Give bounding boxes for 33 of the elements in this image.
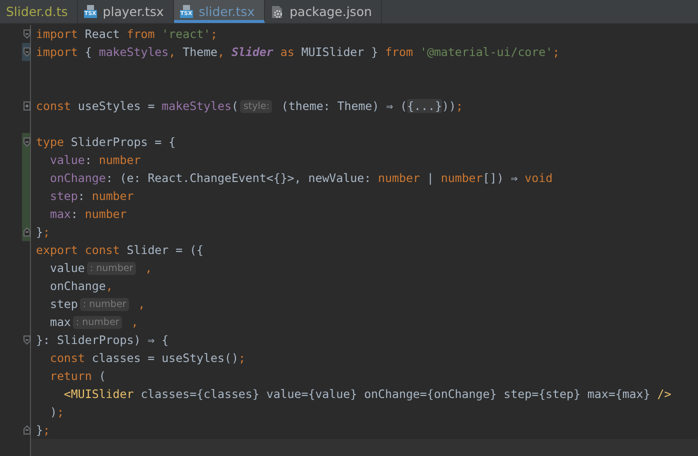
code-text: const useStyles = makeStyles( [36,99,238,113]
code-text: import React from 'react'; [36,27,218,41]
editor-tab[interactable]: package.json [264,0,382,23]
code-text: }: SliderProps) ⇒ { [36,333,169,347]
file-gear-icon [270,4,284,18]
code-text: export const Slider = ({ [36,243,204,257]
code-text: onChange: (e: React.ChangeEvent<{}>, newValue: number | number[]) ⇒ void [48,171,553,185]
code-text: )); [442,99,463,113]
code-text: step [48,297,78,311]
inlay-hint: : number [72,316,122,328]
code-text: step: number [48,189,134,203]
editor-tab[interactable]: Slider.d.ts [0,0,78,23]
code-text: <MUISlider classes={classes} value={value} onChange={onChange} step={step} max={max} /> [62,387,672,401]
code-text: , [130,315,138,329]
code-text: return ( [48,369,106,383]
code-text: value: number [48,153,141,167]
code-text: ); [48,405,64,419]
code-text: }; [36,225,50,239]
code-text: , [137,297,146,311]
code-text: (theme: Theme) ⇒ ( [280,99,408,113]
folded-code[interactable]: {...} [407,99,442,113]
inlay-hint: : number [80,298,130,310]
code-text: const classes = useStyles(); [48,351,246,365]
code-text: import { makeStyles, Theme, Slider as MUISlider } from '@material-ui/core'; [36,45,560,59]
code-text: value [48,261,85,275]
inlay-hint: style: [240,100,272,112]
code-text: , [144,261,152,275]
code-text: onChange, [48,279,113,293]
code-text: max: number [48,207,127,221]
code-text: type SliderProps = { [36,135,176,149]
code-text: }; [36,423,50,437]
inlay-hint: : number [86,262,136,274]
code-text: max [48,315,71,329]
